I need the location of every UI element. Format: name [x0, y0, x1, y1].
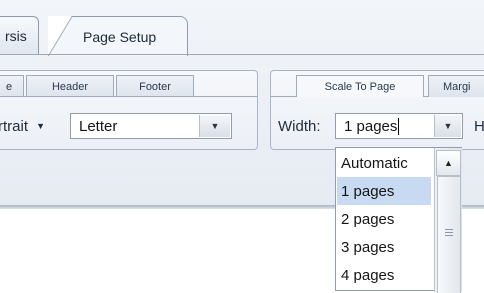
subtab-header[interactable]: Header: [26, 75, 114, 97]
chevron-down-icon: ▼: [210, 121, 220, 131]
subtab-page[interactable]: e: [0, 75, 24, 97]
subtab-header-label: Header: [51, 80, 89, 93]
subtab-scale-to-page[interactable]: Scale To Page: [296, 75, 424, 97]
chevron-down-icon: ▼: [36, 121, 46, 131]
scrollbar-thumb[interactable]: [437, 176, 461, 293]
dropdown-option[interactable]: 2 pages: [337, 205, 431, 233]
dropdown-option[interactable]: 3 pages: [337, 233, 431, 261]
chevron-down-icon: ▼: [443, 121, 453, 131]
subtab-divider-right-a: [270, 96, 296, 97]
tab-analysis[interactable]: rsis: [0, 16, 39, 55]
orientation-dropdown[interactable]: rtrait ▼: [0, 118, 45, 135]
paper-size-dropdown-button[interactable]: ▼: [199, 115, 230, 137]
dropdown-option[interactable]: 4 pages: [337, 261, 431, 289]
subtab-footer-label: Footer: [139, 80, 171, 93]
subtab-divider-right-b: [424, 96, 428, 97]
subtab-scale-to-page-label: Scale To Page: [324, 80, 396, 93]
paper-size-select[interactable]: Letter ▼: [70, 113, 232, 139]
tab-strip-divider: [0, 54, 484, 55]
subtab-margins[interactable]: Margi: [428, 75, 484, 97]
subtab-footer[interactable]: Footer: [116, 75, 194, 97]
chevron-up-icon: ▲: [444, 158, 453, 168]
width-label: Width:: [278, 118, 321, 135]
subtab-page-label: e: [5, 80, 13, 93]
dropdown-scrollbar[interactable]: ▲: [434, 148, 462, 293]
dropdown-option[interactable]: Automatic: [337, 149, 431, 177]
tab-page-setup-label: Page Setup: [83, 28, 157, 45]
paper-size-value: Letter: [79, 117, 118, 135]
grip-icon: [445, 227, 453, 238]
width-dropdown-button[interactable]: ▼: [434, 115, 461, 137]
width-dropdown-list[interactable]: Automatic 1 pages 2 pages 3 pages 4 page…: [335, 147, 462, 293]
width-value: 1 pages: [344, 117, 398, 135]
scroll-up-button[interactable]: ▲: [436, 150, 461, 176]
dropdown-option-selected[interactable]: 1 pages: [337, 177, 431, 205]
subtab-margins-label: Margi: [443, 80, 471, 93]
orientation-value: rtrait: [0, 118, 28, 135]
tab-page-setup[interactable]: Page Setup: [48, 16, 188, 56]
text-cursor: [398, 117, 400, 135]
height-label: H: [474, 118, 484, 135]
width-select[interactable]: 1 pages ▼: [335, 113, 463, 139]
tab-analysis-label: rsis: [5, 28, 27, 44]
subtab-divider-left: [0, 96, 258, 97]
